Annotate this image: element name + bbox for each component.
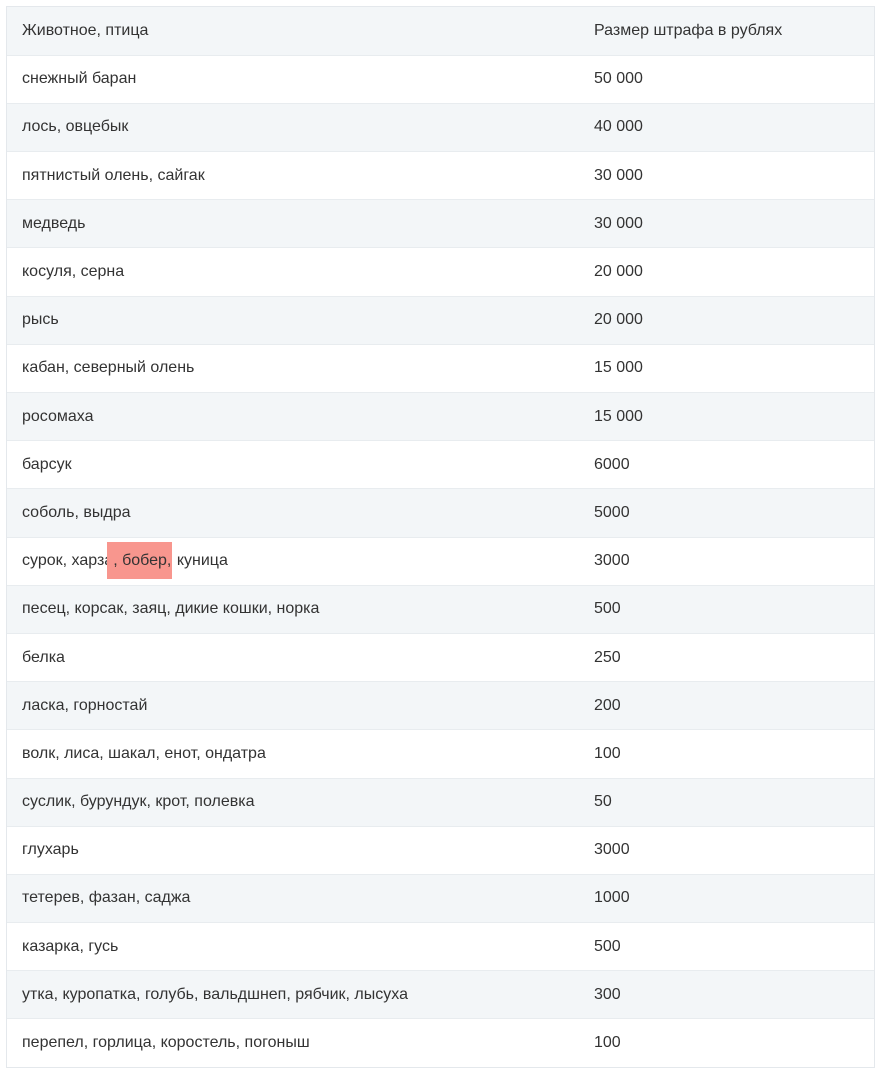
animal-cell: сурок, харза, бобер, куница [7, 536, 579, 586]
fine-cell: 30 000 [579, 151, 874, 200]
table-row: сурок, харза, бобер, куница 3000 [7, 536, 874, 586]
table-row: рысь 20 000 [7, 295, 874, 345]
fine-cell: 50 [579, 777, 874, 827]
table-row: кабан, северный олень 15 000 [7, 343, 874, 393]
table-row: песец, корсак, заяц, дикие кошки, норка … [7, 584, 874, 634]
animal-cell: соболь, выдра [7, 488, 579, 538]
table-row: перепел, горлица, коростель, погоныш 100 [7, 1018, 874, 1068]
fine-cell: 20 000 [579, 295, 874, 345]
table-row: суслик, бурундук, крот, полевка 50 [7, 777, 874, 827]
highlighted-text: , бобер, [107, 542, 173, 580]
animal-cell: волк, лиса, шакал, енот, ондатра [7, 729, 579, 778]
table-row: пятнистый олень, сайгак 30 000 [7, 151, 874, 200]
table-row: ласка, горностай 200 [7, 681, 874, 730]
table-row: волк, лиса, шакал, енот, ондатра 100 [7, 729, 874, 778]
fines-table: Животное, птица Размер штрафа в рублях с… [7, 7, 874, 1068]
animal-cell: суслик, бурундук, крот, полевка [7, 777, 579, 827]
table-row: белка 250 [7, 632, 874, 682]
animal-cell: медведь [7, 199, 579, 248]
animal-cell: песец, корсак, заяц, дикие кошки, норка [7, 584, 579, 634]
fine-cell: 30 000 [579, 199, 874, 248]
animal-cell: снежный баран [7, 54, 579, 104]
fine-cell: 500 [579, 584, 874, 634]
table-row: соболь, выдра 5000 [7, 488, 874, 538]
table-row: казарка, гусь 500 [7, 922, 874, 971]
header-fine: Размер штрафа в рублях [594, 21, 783, 39]
header-animal: Животное, птица [22, 21, 149, 39]
table-row: глухарь 3000 [7, 825, 874, 875]
table-row: росомаха 15 000 [7, 391, 874, 441]
table-row: лось, овцебык 40 000 [7, 102, 874, 152]
table-row: тетерев, фазан, саджа 1000 [7, 873, 874, 923]
animal-cell: тетерев, фазан, саджа [7, 873, 579, 923]
fine-cell: 3000 [579, 825, 874, 875]
animal-text: куница [172, 552, 228, 570]
animal-cell: лось, овцебык [7, 102, 579, 152]
table-row: косуля, серна 20 000 [7, 247, 874, 297]
fine-cell: 1000 [579, 873, 874, 923]
animal-cell: белка [7, 632, 579, 682]
fine-cell: 200 [579, 681, 874, 730]
fine-cell: 20 000 [579, 247, 874, 297]
animal-cell: косуля, серна [7, 247, 579, 297]
fine-cell: 300 [579, 970, 874, 1019]
animal-cell: ласка, горностай [7, 681, 579, 730]
animal-text: сурок, харза [22, 552, 114, 570]
animal-cell: барсук [7, 440, 579, 489]
animal-cell: казарка, гусь [7, 922, 579, 971]
fine-cell: 250 [579, 632, 874, 682]
fine-cell: 6000 [579, 440, 874, 489]
fine-cell: 15 000 [579, 391, 874, 441]
fine-cell: 50 000 [579, 54, 874, 104]
animal-cell: кабан, северный олень [7, 343, 579, 393]
table-row: медведь 30 000 [7, 199, 874, 248]
animal-cell: перепел, горлица, коростель, погоныш [7, 1018, 579, 1068]
animal-cell: рысь [7, 295, 579, 345]
table-row: утка, куропатка, голубь, вальдшнеп, рябч… [7, 970, 874, 1019]
fine-cell: 100 [579, 1018, 874, 1068]
fine-cell: 5000 [579, 488, 874, 538]
table-header-row: Животное, птица Размер штрафа в рублях [7, 7, 874, 56]
fine-cell: 40 000 [579, 102, 874, 152]
fine-cell: 3000 [579, 536, 874, 586]
animal-cell: пятнистый олень, сайгак [7, 151, 579, 200]
animal-cell: росомаха [7, 391, 579, 441]
table-row: снежный баран 50 000 [7, 54, 874, 104]
animal-cell: глухарь [7, 825, 579, 875]
fine-cell: 100 [579, 729, 874, 778]
table-row: барсук 6000 [7, 440, 874, 489]
fine-cell: 15 000 [579, 343, 874, 393]
fines-table-container: Животное, птица Размер штрафа в рублях с… [6, 6, 875, 1069]
animal-cell: утка, куропатка, голубь, вальдшнеп, рябч… [7, 970, 579, 1019]
fine-cell: 500 [579, 922, 874, 971]
